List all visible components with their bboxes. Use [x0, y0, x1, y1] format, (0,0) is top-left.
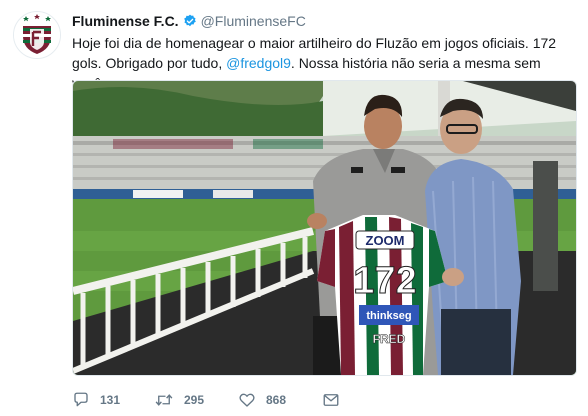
verified-badge-icon — [183, 14, 197, 28]
like-button[interactable]: 868 — [238, 391, 322, 409]
photo-illustration: ZOOM 172 thinkseg FRED — [73, 81, 576, 375]
avatar[interactable] — [13, 11, 61, 59]
tweet: Fluminense F.C. @FluminenseFC Hoje foi d… — [0, 0, 588, 416]
tweet-actions: 131 295 868 — [72, 389, 340, 411]
jersey-name: FRED — [373, 332, 406, 346]
retweet-icon — [154, 391, 174, 409]
heart-icon — [238, 391, 256, 409]
display-name[interactable]: Fluminense F.C. — [72, 13, 179, 29]
tweet-photo[interactable]: ZOOM 172 thinkseg FRED — [72, 80, 577, 376]
like-count: 868 — [266, 393, 287, 407]
reply-button[interactable]: 131 — [72, 391, 154, 409]
tweet-header: Fluminense F.C. @FluminenseFC — [72, 12, 306, 30]
mention-link[interactable]: @fredgol9 — [226, 55, 291, 71]
jersey-sponsor-bottom: thinkseg — [366, 310, 411, 322]
jersey-sponsor-top: ZOOM — [366, 233, 405, 248]
user-handle[interactable]: @FluminenseFC — [201, 13, 306, 29]
reply-icon — [72, 391, 90, 409]
envelope-icon — [322, 392, 340, 408]
reply-count: 131 — [100, 393, 121, 407]
club-crest-icon — [14, 12, 60, 58]
jersey-number: 172 — [353, 260, 416, 302]
retweet-button[interactable]: 295 — [154, 391, 238, 409]
direct-message-button[interactable] — [322, 392, 340, 408]
retweet-count: 295 — [184, 393, 205, 407]
